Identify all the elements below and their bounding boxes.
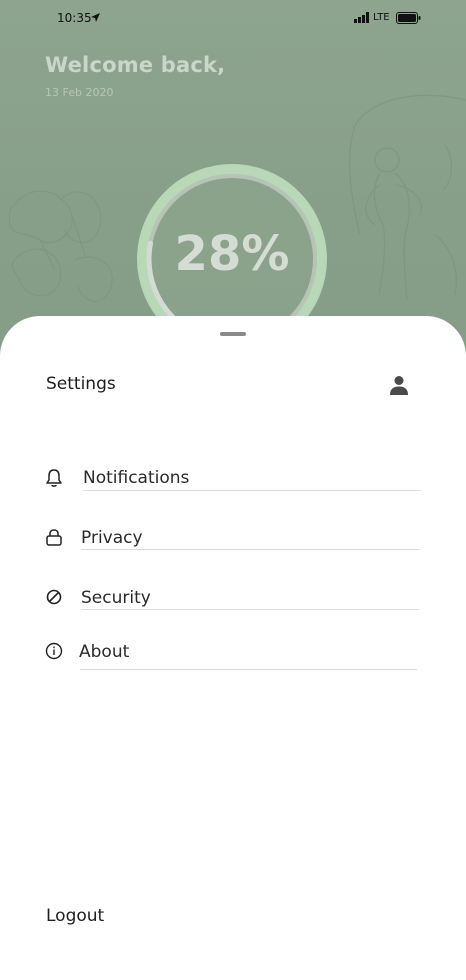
sheet-drag-handle[interactable]: [220, 332, 246, 336]
divider: [81, 609, 419, 610]
divider: [80, 669, 417, 670]
network-type: LTE: [373, 12, 390, 23]
slash-circle-icon: [46, 589, 62, 605]
status-time: 10:35: [57, 11, 92, 25]
greeting-date: 13 Feb 2020: [45, 86, 114, 99]
settings-item-label: Privacy: [81, 528, 143, 548]
dashboard-hero: 10:35 LTE Welcome back, 13 Feb 2020 28%: [0, 0, 466, 360]
settings-bottom-sheet: Settings Notifications Privacy Security …: [0, 316, 466, 980]
settings-item-label: Notifications: [83, 468, 190, 488]
bell-icon: [46, 469, 62, 487]
leaf-decoration: [8, 190, 113, 302]
settings-item-security[interactable]: Security: [0, 576, 466, 624]
settings-item-label: Security: [81, 588, 151, 608]
cellular-signal-icon: [354, 12, 369, 23]
app-screen: 10:35 LTE Welcome back, 13 Feb 2020 28% …: [0, 0, 466, 980]
settings-item-about[interactable]: About: [0, 630, 466, 678]
info-icon: [45, 642, 63, 660]
greeting-title: Welcome back,: [45, 53, 226, 77]
settings-item-notifications[interactable]: Notifications: [0, 456, 466, 504]
divider: [81, 549, 419, 550]
settings-item-privacy[interactable]: Privacy: [0, 516, 466, 564]
settings-title: Settings: [46, 374, 116, 394]
logout-button[interactable]: Logout: [46, 906, 104, 926]
location-arrow-icon: [91, 13, 100, 22]
status-bar: 10:35 LTE: [0, 0, 466, 36]
person-illustration: [348, 94, 466, 301]
divider: [83, 490, 421, 491]
progress-percent: 28%: [174, 226, 290, 282]
user-profile-icon[interactable]: [388, 374, 410, 396]
battery-icon: [396, 12, 421, 24]
settings-item-label: About: [79, 642, 130, 662]
lock-icon: [46, 529, 62, 546]
